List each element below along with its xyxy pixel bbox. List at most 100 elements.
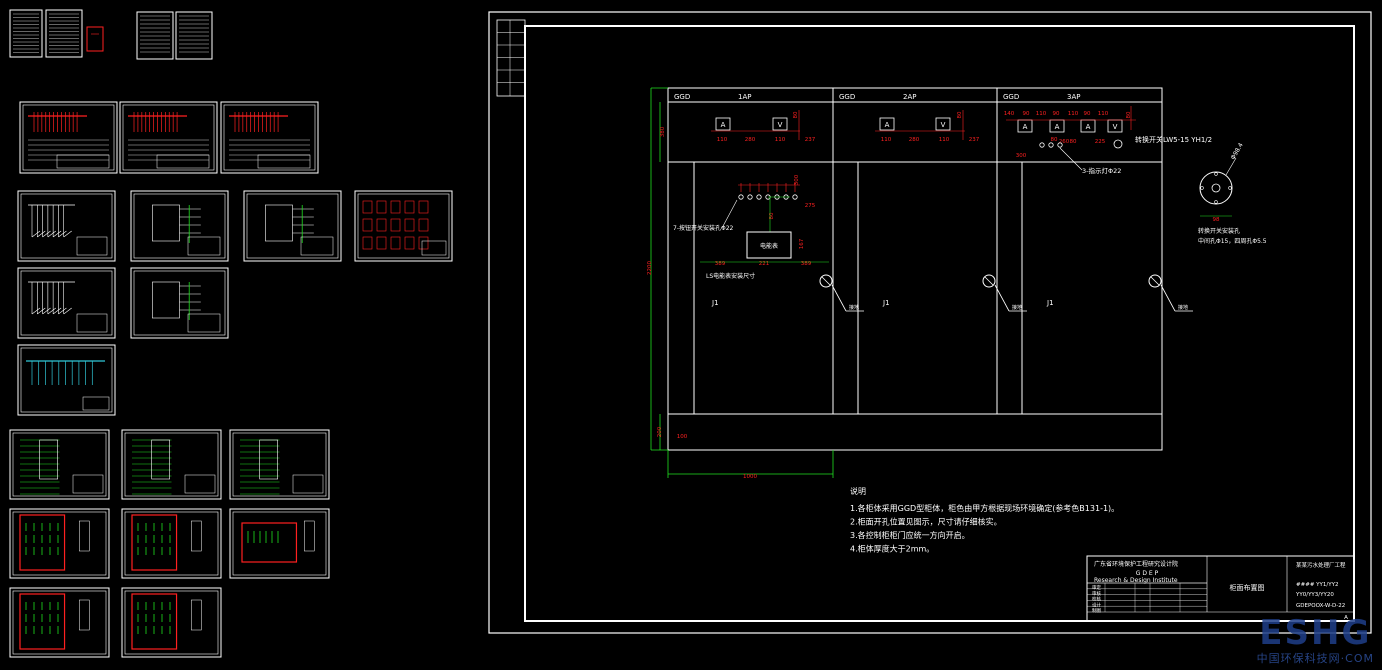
knob-bolt-hole bbox=[1228, 186, 1232, 190]
dimension-text: 80 bbox=[793, 111, 799, 118]
sheet-thumbnail[interactable] bbox=[354, 190, 453, 262]
section-view bbox=[191, 520, 202, 552]
sheet-thumbnail[interactable] bbox=[175, 11, 213, 60]
ground-label: 接地 bbox=[1012, 304, 1022, 311]
thumbnail-frame bbox=[121, 508, 222, 579]
thumbnail-frame bbox=[19, 101, 118, 174]
title-org-cn: 广东省环境保护工程研究设计院 bbox=[1094, 560, 1178, 568]
sheet-thumbnail[interactable] bbox=[9, 587, 110, 658]
dimension-text: 90 bbox=[1084, 111, 1091, 117]
knob-bolt-hole bbox=[1214, 172, 1218, 176]
thumbnail-inner-frame bbox=[357, 193, 450, 259]
dimension-text: 280 bbox=[745, 137, 756, 143]
revision-strip bbox=[496, 19, 526, 97]
main-drawing-sheet[interactable]: GGD 1AP J1 GGD 2AP J1 GGD 3AP J1 A V A V A A A V 110 280 11… bbox=[488, 11, 1372, 634]
panel-outline bbox=[152, 204, 180, 242]
thumbnail-frame bbox=[220, 101, 319, 174]
dimension-text: 90 bbox=[1023, 111, 1030, 117]
sheet-thumbnail[interactable] bbox=[220, 101, 319, 174]
sheet-thumbnail[interactable] bbox=[45, 9, 83, 58]
dimension-text: 110 bbox=[775, 137, 786, 143]
thumbnail-inner-frame bbox=[124, 511, 219, 576]
cabinet-type: GGD bbox=[1003, 93, 1019, 101]
dimension-text: 260 bbox=[1059, 139, 1070, 145]
sheet-thumbnail[interactable] bbox=[9, 9, 43, 58]
title-block bbox=[187, 236, 221, 256]
sheet-thumbnail[interactable] bbox=[17, 267, 116, 339]
leader-line bbox=[1160, 284, 1176, 312]
sheet-thumbnail[interactable] bbox=[9, 508, 110, 579]
meter-label: A bbox=[885, 121, 890, 129]
selector-switch-hole bbox=[1113, 139, 1123, 149]
dimension-text: 237 bbox=[969, 137, 980, 143]
dimension-text: 300 bbox=[1016, 153, 1027, 159]
title-role: 校核 bbox=[1092, 596, 1101, 603]
section-mark: J1 bbox=[711, 299, 719, 307]
sheet-thumbnail[interactable] bbox=[19, 101, 118, 174]
grid-cell bbox=[376, 236, 387, 250]
thumbnail-frame bbox=[9, 429, 110, 500]
sheet-thumbnail[interactable] bbox=[130, 190, 229, 262]
grid-cell bbox=[390, 200, 401, 214]
section-mark: J1 bbox=[882, 299, 890, 307]
title-role: 审定 bbox=[1092, 584, 1101, 591]
grid-cell bbox=[418, 200, 429, 214]
sheet-thumbnail[interactable] bbox=[229, 429, 330, 500]
sheet-thumbnail[interactable] bbox=[9, 429, 110, 500]
title-role: 审核 bbox=[1092, 590, 1101, 597]
sheet-thumbnail[interactable] bbox=[17, 344, 116, 416]
thumbnail-inner-frame bbox=[124, 590, 219, 655]
cabinet-name: 1AP bbox=[738, 93, 751, 101]
grid-cell bbox=[404, 218, 415, 232]
dimension-text: 80 bbox=[1051, 137, 1058, 143]
thumbnail-frame bbox=[121, 587, 222, 658]
sheet-thumbnail[interactable] bbox=[86, 26, 104, 52]
thumbnail-frame bbox=[229, 429, 330, 500]
plan-outline bbox=[241, 522, 298, 563]
thumbnail-inner-frame bbox=[223, 104, 316, 171]
sheet-thumbnail[interactable] bbox=[136, 11, 174, 60]
door-handle-slot bbox=[1150, 276, 1160, 286]
sheet-thumbnail[interactable] bbox=[121, 508, 222, 579]
panel-outline bbox=[152, 281, 180, 319]
title-org-abbr: G D E P bbox=[1136, 570, 1159, 577]
sheet-thumbnail[interactable] bbox=[17, 190, 116, 262]
notes-title: 说明 bbox=[850, 486, 866, 496]
title-role: 制图 bbox=[1092, 607, 1101, 614]
thumbnail-inner-frame bbox=[20, 193, 113, 259]
sheet-thumbnails[interactable] bbox=[9, 9, 453, 658]
thumbnail-inner-frame bbox=[12, 432, 107, 497]
dimension-text: 110 bbox=[717, 137, 728, 143]
sheet-thumbnail[interactable] bbox=[243, 190, 342, 262]
leader-line bbox=[831, 284, 847, 312]
meter-label: V bbox=[1113, 123, 1118, 131]
cad-drawing-canvas[interactable]: GGD 1AP J1 GGD 2AP J1 GGD 3AP J1 A V A V A A A V 110 280 11… bbox=[0, 0, 1382, 670]
thumbnail-inner-frame bbox=[232, 511, 327, 576]
title-drawing-no: GDEPOOX-W-D-22 bbox=[1296, 603, 1345, 609]
meter-label: A bbox=[1086, 123, 1091, 131]
dimension-text: 167 bbox=[799, 238, 805, 249]
sheet-thumbnail[interactable] bbox=[130, 267, 229, 339]
thumbnail-frame bbox=[9, 587, 110, 658]
sheet-thumbnail[interactable] bbox=[121, 429, 222, 500]
thumbnail-inner-frame bbox=[20, 270, 113, 336]
sheet-thumbnail[interactable] bbox=[121, 587, 222, 658]
title-role: 设计 bbox=[1092, 601, 1101, 608]
thumbnail-frame-red bbox=[86, 26, 104, 52]
title-code: YY0/YY3/YY20 bbox=[1295, 592, 1334, 598]
dimension-text: 1000 bbox=[743, 474, 757, 480]
title-block bbox=[300, 236, 334, 256]
note-item: 3.各控制柜柜门应统一方向开启。 bbox=[850, 530, 970, 540]
sheet-thumbnail[interactable] bbox=[229, 508, 330, 579]
title-block bbox=[257, 154, 311, 169]
sheet-thumbnail[interactable] bbox=[119, 101, 218, 174]
thumbnail-frame bbox=[17, 344, 116, 416]
dimension-text: Φ98.4 bbox=[1230, 142, 1245, 161]
dimension-text: 110 bbox=[881, 137, 892, 143]
title-block bbox=[82, 396, 110, 411]
cabinet-name: 3AP bbox=[1067, 93, 1080, 101]
dimension-text: 225 bbox=[1095, 139, 1106, 145]
indicator-lamp-hole bbox=[1048, 142, 1054, 148]
pushbutton-hole bbox=[738, 194, 744, 200]
knob-note: 转换开关安装孔 bbox=[1198, 227, 1240, 235]
